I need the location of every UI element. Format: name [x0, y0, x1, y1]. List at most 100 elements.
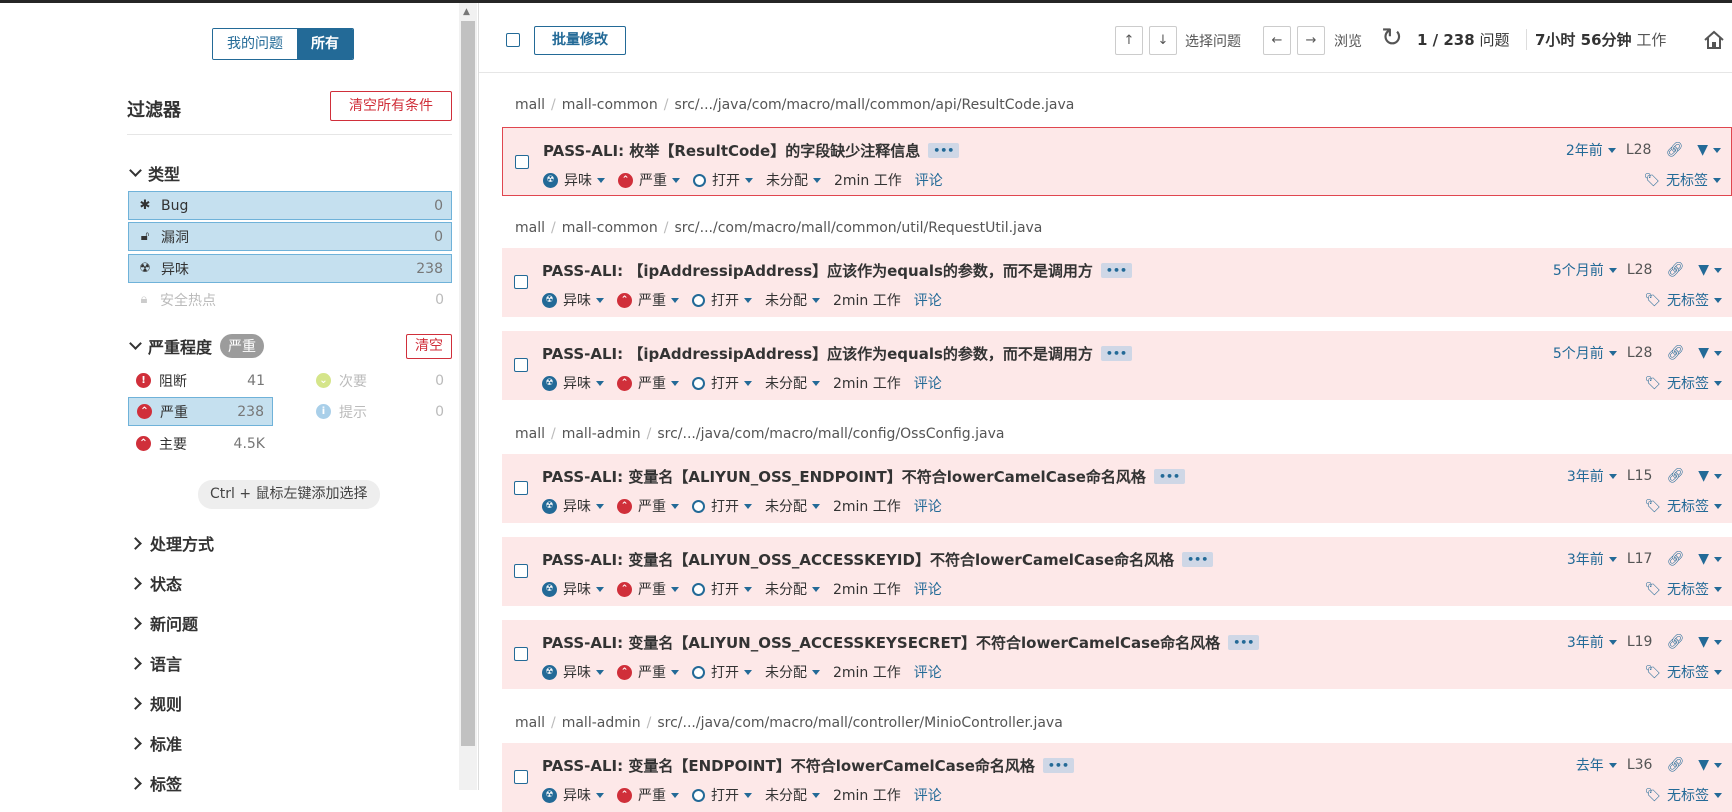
comment-link[interactable]: 评论: [914, 785, 942, 805]
more-icon[interactable]: •••: [1182, 552, 1214, 567]
issue-checkbox[interactable]: [514, 770, 528, 784]
issue-assignee-dropdown[interactable]: 未分配: [765, 785, 820, 805]
arrow-up-icon[interactable]: ↑: [1115, 26, 1143, 55]
home-icon[interactable]: [1703, 29, 1725, 51]
issue-checkbox[interactable]: [514, 481, 528, 495]
facet-status[interactable]: 状态: [129, 571, 182, 595]
issue-title[interactable]: PASS-ALI: 【ipAddressipAddress】应该作为equals…: [542, 260, 1133, 281]
breadcrumb-item[interactable]: mall: [515, 220, 545, 236]
facet-type-vulnerability[interactable]: 🔓︎ 漏洞 0: [128, 222, 452, 251]
breadcrumb-item[interactable]: mall-common: [562, 97, 658, 113]
facet-severity-critical[interactable]: ⌃ 严重 238: [128, 397, 273, 426]
issue-tags-dropdown[interactable]: 🏷︎ 无标签: [1644, 785, 1722, 805]
scrollbar-thumb[interactable]: [461, 21, 475, 746]
severity-section-header[interactable]: 严重程度 严重: [129, 334, 265, 358]
issue-card[interactable]: PASS-ALI: 变量名【ALIYUN_OSS_ACCESSKEYID】不符合…: [502, 537, 1732, 606]
link-icon[interactable]: 🔗︎: [1665, 142, 1683, 158]
breadcrumb-item[interactable]: src/.../java/com/macro/mall/common/api/R…: [674, 97, 1074, 113]
facet-severity-info[interactable]: i 提示 0: [308, 397, 452, 426]
more-icon[interactable]: •••: [928, 143, 960, 158]
issue-severity-dropdown[interactable]: ⌃ 严重: [617, 496, 679, 516]
more-icon[interactable]: •••: [1100, 263, 1133, 278]
issue-checkbox[interactable]: [515, 155, 529, 169]
comment-link[interactable]: 评论: [914, 496, 942, 516]
issue-checkbox[interactable]: [514, 275, 528, 289]
issue-tags-dropdown[interactable]: 🏷︎ 无标签: [1644, 290, 1722, 310]
issue-assignee-dropdown[interactable]: 未分配: [765, 579, 820, 599]
breadcrumb-item[interactable]: mall: [515, 97, 545, 113]
facet-new-issues[interactable]: 新问题: [129, 611, 198, 635]
clear-all-filters-button[interactable]: 清空所有条件: [330, 91, 452, 121]
issue-card[interactable]: PASS-ALI: 变量名【ALIYUN_OSS_ENDPOINT】不符合low…: [502, 454, 1732, 523]
more-icon[interactable]: •••: [1042, 758, 1074, 773]
issue-age-dropdown[interactable]: 3年前: [1567, 466, 1617, 486]
breadcrumb-item[interactable]: mall-common: [562, 220, 658, 236]
more-icon[interactable]: •••: [1228, 635, 1260, 650]
issue-assignee-dropdown[interactable]: 未分配: [765, 496, 820, 516]
facet-rules[interactable]: 规则: [129, 691, 182, 715]
issue-age-dropdown[interactable]: 去年: [1576, 755, 1617, 775]
breadcrumb-item[interactable]: src/.../com/macro/mall/common/util/Reque…: [674, 220, 1042, 236]
issue-status-dropdown[interactable]: 打开: [692, 496, 752, 516]
issue-card[interactable]: PASS-ALI: 枚举【ResultCode】的字段缺少注释信息 ••• ☢ 异味 ⌃…: [502, 127, 1732, 196]
issue-status-dropdown[interactable]: 打开: [692, 290, 752, 310]
issue-title-text[interactable]: PASS-ALI: 变量名【ALIYUN_OSS_ACCESSKEYSECRET…: [542, 632, 1220, 653]
issue-tags-dropdown[interactable]: 🏷︎ 无标签: [1643, 170, 1721, 190]
issue-title-text[interactable]: PASS-ALI: 枚举【ResultCode】的字段缺少注释信息: [543, 140, 920, 161]
link-icon[interactable]: 🔗︎: [1666, 634, 1684, 650]
link-icon[interactable]: 🔗︎: [1666, 345, 1684, 361]
filter-icon[interactable]: ▼: [1698, 757, 1722, 773]
issue-age-dropdown[interactable]: 5个月前: [1553, 343, 1617, 363]
issue-tags-dropdown[interactable]: 🏷︎ 无标签: [1644, 373, 1722, 393]
issue-age-dropdown[interactable]: 2年前: [1566, 140, 1616, 160]
issue-title[interactable]: PASS-ALI: 变量名【ALIYUN_OSS_ACCESSKEYSECRET…: [542, 632, 1260, 653]
more-icon[interactable]: •••: [1100, 346, 1133, 361]
issue-status-dropdown[interactable]: 打开: [692, 785, 752, 805]
issue-title[interactable]: PASS-ALI: 枚举【ResultCode】的字段缺少注释信息 •••: [543, 140, 960, 161]
arrow-down-icon[interactable]: ↓: [1149, 26, 1177, 55]
filter-icon[interactable]: ▼: [1698, 634, 1722, 650]
select-all-checkbox[interactable]: [506, 33, 520, 47]
issue-severity-dropdown[interactable]: ⌃ 严重: [617, 290, 679, 310]
more-icon[interactable]: •••: [1153, 469, 1186, 484]
issue-severity-dropdown[interactable]: ⌃ 严重: [617, 785, 679, 805]
comment-link[interactable]: 评论: [914, 290, 942, 310]
link-icon[interactable]: 🔗︎: [1666, 551, 1684, 567]
all-issues-button[interactable]: 所有: [297, 29, 353, 59]
filter-icon[interactable]: ▼: [1698, 551, 1722, 567]
issue-title-text[interactable]: PASS-ALI: 【ipAddressipAddress】应该作为equals…: [542, 343, 1093, 364]
breadcrumb-item[interactable]: mall-admin: [562, 426, 641, 442]
issue-title-text[interactable]: PASS-ALI: 变量名【ALIYUN_OSS_ENDPOINT】不符合low…: [542, 466, 1146, 487]
issue-title-text[interactable]: PASS-ALI: 变量名【ALIYUN_OSS_ACCESSKEYID】不符合…: [542, 549, 1174, 570]
issue-tags-dropdown[interactable]: 🏷︎ 无标签: [1644, 662, 1722, 682]
issue-assignee-dropdown[interactable]: 未分配: [765, 662, 820, 682]
issue-card[interactable]: PASS-ALI: 【ipAddressipAddress】应该作为equals…: [502, 331, 1732, 400]
facet-type-code-smell[interactable]: ☢ 异味 238: [128, 254, 452, 283]
issue-severity-dropdown[interactable]: ⌃ 严重: [617, 662, 679, 682]
facet-tags[interactable]: 标签: [129, 771, 182, 795]
scroll-up-icon[interactable]: ▲: [463, 7, 470, 17]
issue-title-text[interactable]: PASS-ALI: 【ipAddressipAddress】应该作为equals…: [542, 260, 1093, 281]
comment-link[interactable]: 评论: [914, 373, 942, 393]
issue-card[interactable]: PASS-ALI: 【ipAddressipAddress】应该作为equals…: [502, 248, 1732, 317]
issue-type-dropdown[interactable]: ☢ 异味: [542, 662, 604, 682]
my-issues-button[interactable]: 我的问题: [213, 29, 297, 59]
issue-title[interactable]: PASS-ALI: 【ipAddressipAddress】应该作为equals…: [542, 343, 1133, 364]
issue-status-dropdown[interactable]: 打开: [692, 662, 752, 682]
reload-icon[interactable]: ↻: [1381, 23, 1403, 53]
breadcrumb-item[interactable]: src/.../java/com/macro/mall/controller/M…: [657, 715, 1062, 731]
issue-assignee-dropdown[interactable]: 未分配: [765, 373, 820, 393]
issue-severity-dropdown[interactable]: ⌃ 严重: [617, 373, 679, 393]
issue-card[interactable]: PASS-ALI: 变量名【ENDPOINT】不符合lowerCamelCase…: [502, 743, 1732, 812]
link-icon[interactable]: 🔗︎: [1666, 262, 1684, 278]
issue-type-dropdown[interactable]: ☢ 异味: [542, 373, 604, 393]
link-icon[interactable]: 🔗︎: [1666, 468, 1684, 484]
issue-severity-dropdown[interactable]: ⌃ 严重: [617, 579, 679, 599]
filter-icon[interactable]: ▼: [1698, 262, 1722, 278]
issue-type-dropdown[interactable]: ☢ 异味: [542, 290, 604, 310]
facet-standards[interactable]: 标准: [129, 731, 182, 755]
breadcrumb-item[interactable]: src/.../java/com/macro/mall/config/OssCo…: [657, 426, 1004, 442]
issue-checkbox[interactable]: [514, 647, 528, 661]
breadcrumb-item[interactable]: mall: [515, 426, 545, 442]
facet-type-hotspot[interactable]: 🔒︎ 安全热点 0: [128, 285, 452, 314]
